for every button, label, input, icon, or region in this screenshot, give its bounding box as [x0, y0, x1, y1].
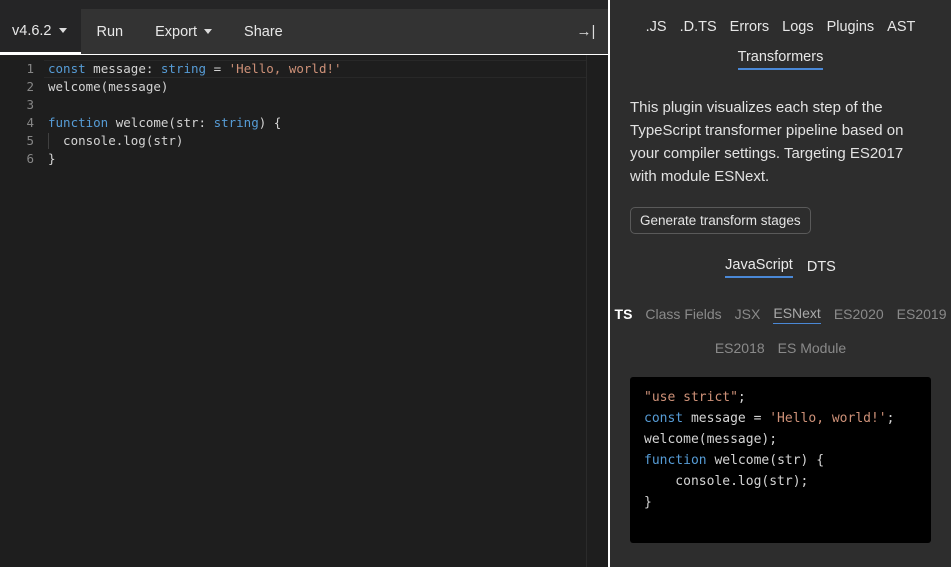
out-token-text: ;	[887, 411, 895, 426]
plugin-tab-bar: .JS .D.TS Errors Logs Plugins AST	[630, 9, 931, 35]
transform-stage-list: TS Class Fields JSX ESNext ES2020 ES2019…	[630, 305, 931, 358]
line-content: function welcome(str: string) {	[34, 114, 281, 132]
token-type: string	[214, 115, 259, 130]
stage-es-module[interactable]: ES Module	[778, 340, 846, 358]
out-token-function: function	[644, 453, 707, 468]
transform-stage-row-1: TS Class Fields JSX ESNext ES2020 ES2019	[630, 305, 931, 324]
stage-es2018[interactable]: ES2018	[715, 340, 765, 358]
token-string: 'Hello, world!'	[229, 61, 342, 76]
code-line: 5 console.log(str)	[0, 132, 608, 150]
line-content: welcome(message)	[34, 78, 168, 96]
tab-javascript[interactable]: JavaScript	[725, 257, 793, 278]
chevron-down-icon	[204, 29, 212, 34]
active-plugin-tab-row: Transformers	[630, 49, 931, 70]
transform-output-code: "use strict"; const message = 'Hello, wo…	[630, 377, 931, 543]
code-editor[interactable]: 1 const message: string = 'Hello, world!…	[0, 55, 608, 567]
plugin-description: This plugin visualizes each step of the …	[630, 96, 931, 188]
stage-esnext[interactable]: ESNext	[773, 305, 820, 324]
line-number: 4	[0, 114, 34, 132]
playground-root: v4.6.2 Run Export Share →| 1 const messa…	[0, 0, 951, 567]
out-line-5: console.log(str);	[644, 474, 808, 489]
generate-transform-stages-button[interactable]: Generate transform stages	[630, 207, 811, 234]
line-number: 5	[0, 132, 34, 150]
tab-transformers[interactable]: Transformers	[738, 49, 824, 70]
code-line: 3	[0, 96, 608, 114]
sidebar-top-spacer	[630, 0, 931, 9]
out-token-text: welcome(str) {	[707, 453, 824, 468]
tab-dts-output[interactable]: DTS	[807, 259, 836, 278]
chevron-down-icon	[59, 28, 67, 33]
code-line: 6 }	[0, 150, 608, 168]
out-line-6: }	[644, 495, 652, 510]
stage-es2020[interactable]: ES2020	[834, 306, 884, 324]
tab-plugins[interactable]: Plugins	[827, 19, 875, 35]
editor-pane: v4.6.2 Run Export Share →| 1 const messa…	[0, 0, 608, 567]
out-token-text: ;	[738, 390, 746, 405]
token-text: console.log(str)	[48, 133, 183, 148]
tab-errors[interactable]: Errors	[730, 19, 769, 35]
version-selector[interactable]: v4.6.2	[0, 9, 81, 54]
stage-es2019[interactable]: ES2019	[897, 306, 947, 324]
tab-js[interactable]: .JS	[646, 19, 667, 35]
code-lines: 1 const message: string = 'Hello, world!…	[0, 55, 608, 168]
token-function: function	[48, 115, 108, 130]
toolbar-spacer	[299, 9, 564, 54]
out-line-3: welcome(message);	[644, 432, 777, 447]
token-operator: =	[206, 61, 229, 76]
line-number: 1	[0, 60, 34, 78]
line-content: }	[34, 150, 56, 168]
indent-guide	[48, 133, 49, 149]
line-content: const message: string = 'Hello, world!'	[34, 60, 342, 78]
out-token-string: "use strict"	[644, 390, 738, 405]
export-label: Export	[155, 24, 197, 40]
tab-dts[interactable]: .D.TS	[680, 19, 717, 35]
token-type: string	[161, 61, 206, 76]
tab-ast[interactable]: AST	[887, 19, 915, 35]
out-token-text: message =	[683, 411, 769, 426]
code-line: 1 const message: string = 'Hello, world!…	[0, 60, 608, 78]
share-button[interactable]: Share	[228, 9, 299, 54]
output-format-tabs: JavaScript DTS	[630, 257, 931, 278]
stage-class-fields[interactable]: Class Fields	[645, 306, 721, 324]
sidebar-pane: .JS .D.TS Errors Logs Plugins AST Transf…	[610, 0, 951, 567]
token-text: welcome(str:	[108, 115, 213, 130]
code-line: 4 function welcome(str: string) {	[0, 114, 608, 132]
token-const: const	[48, 61, 86, 76]
line-number: 3	[0, 96, 34, 114]
out-token-string: 'Hello, world!'	[769, 411, 886, 426]
line-number: 2	[0, 78, 34, 96]
stage-ts[interactable]: TS	[615, 306, 633, 324]
transform-stage-row-2: ES2018 ES Module	[630, 340, 931, 358]
tab-logs[interactable]: Logs	[782, 19, 813, 35]
version-label: v4.6.2	[12, 23, 52, 39]
line-content: console.log(str)	[34, 132, 183, 150]
run-button[interactable]: Run	[81, 9, 140, 54]
stage-jsx[interactable]: JSX	[735, 306, 761, 324]
window-top-strip	[0, 0, 608, 9]
token-text: message:	[86, 61, 161, 76]
token-text: ) {	[259, 115, 282, 130]
code-line: 2 welcome(message)	[0, 78, 608, 96]
line-number: 6	[0, 150, 34, 168]
export-menu[interactable]: Export	[139, 9, 228, 54]
line-content	[34, 96, 48, 114]
out-token-const: const	[644, 411, 683, 426]
collapse-sidebar-icon[interactable]: →|	[564, 9, 608, 54]
editor-toolbar: v4.6.2 Run Export Share →|	[0, 9, 608, 55]
